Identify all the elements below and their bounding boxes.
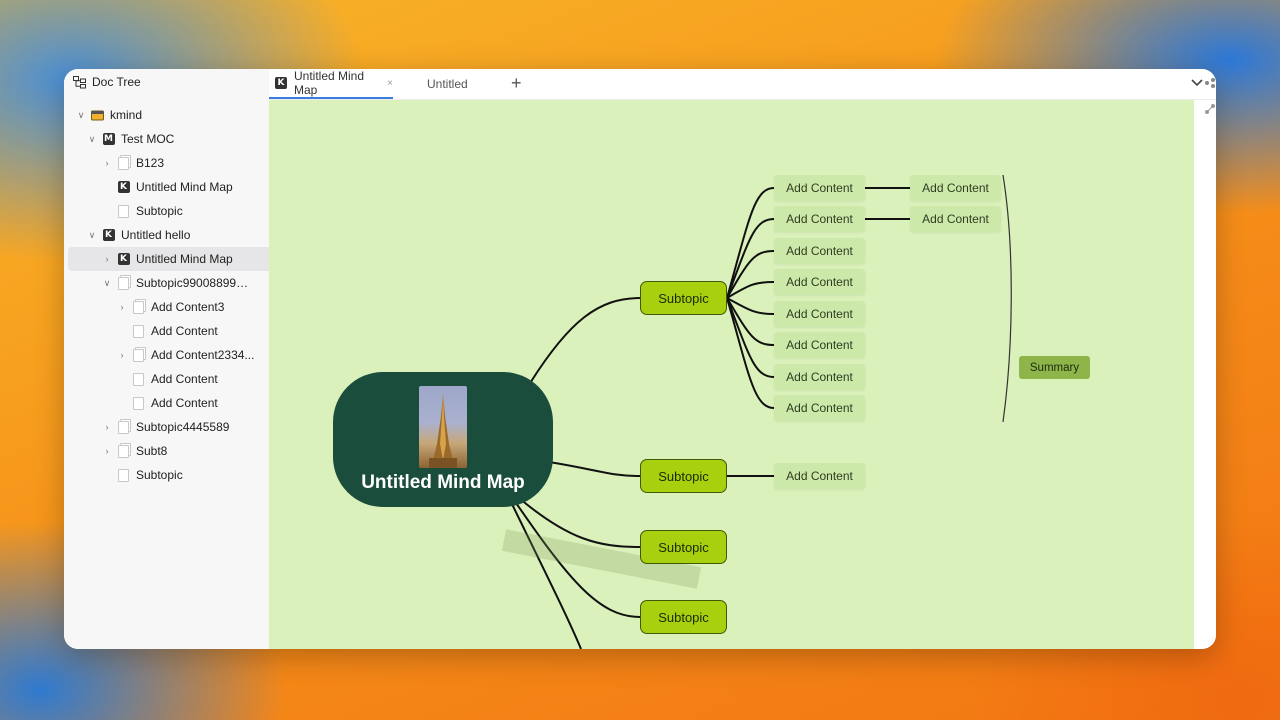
content-node[interactable]: Add Content bbox=[774, 463, 865, 489]
tree-item-untitled-hello[interactable]: ∨ K Untitled hello bbox=[64, 223, 269, 247]
mind-map-canvas[interactable]: Untitled Mind Map Subtopic Subtopic Subt… bbox=[269, 100, 1194, 649]
doc-icon bbox=[117, 468, 130, 482]
tree-item-test-moc[interactable]: ∨ M Test MOC bbox=[64, 127, 269, 151]
summary-node[interactable]: Summary bbox=[1019, 356, 1090, 379]
doc-icon bbox=[117, 204, 130, 218]
close-icon[interactable]: × bbox=[387, 78, 393, 89]
k-icon: K bbox=[117, 181, 130, 194]
content-node[interactable]: Add Content bbox=[910, 206, 1001, 232]
tree-item-label: Add Content bbox=[151, 396, 218, 410]
content-node[interactable]: Add Content bbox=[910, 175, 1001, 201]
subtopic-node[interactable]: Subtopic bbox=[640, 459, 727, 493]
summary-bracket bbox=[1002, 174, 1012, 423]
tree-item-b123[interactable]: › B123 bbox=[64, 151, 269, 175]
chevron-down-icon[interactable]: ∨ bbox=[76, 110, 86, 120]
doc-icon bbox=[132, 324, 145, 338]
m-icon: M bbox=[102, 133, 115, 145]
tree-item-label: Untitled hello bbox=[121, 228, 191, 242]
tree-item-add-content3[interactable]: › Add Content3 bbox=[64, 295, 269, 319]
doc-tree-sidebar: Doc Tree ∨ kmind ∨ M Test MOC › B123 K U… bbox=[64, 69, 295, 649]
tab-untitled[interactable]: Untitled bbox=[427, 69, 468, 99]
tree-item-label: Test MOC bbox=[121, 132, 175, 146]
tree-icon bbox=[72, 75, 86, 89]
k-icon: K bbox=[275, 77, 287, 90]
root-node[interactable]: Untitled Mind Map bbox=[333, 372, 553, 507]
chevron-right-icon[interactable]: › bbox=[117, 350, 127, 360]
chevron-right-icon[interactable]: › bbox=[102, 422, 112, 432]
tab-untitled-mind-map[interactable]: K Untitled Mind Map × bbox=[269, 69, 393, 99]
connector-line bbox=[548, 461, 641, 477]
doc-stack-icon bbox=[117, 156, 130, 170]
box-icon bbox=[91, 109, 104, 122]
tree-item-kmind[interactable]: ∨ kmind bbox=[64, 103, 269, 127]
tree-item-label: Subt8 bbox=[136, 444, 168, 458]
tree-item-label: Subtopic4445589 bbox=[136, 420, 230, 434]
tree-item-subtopic99008899553[interactable]: ∨ Subtopic99008899553 bbox=[64, 271, 269, 295]
chevron-right-icon[interactable]: › bbox=[117, 302, 127, 312]
tab-label: Untitled bbox=[427, 77, 468, 91]
content-node[interactable]: Add Content bbox=[774, 301, 865, 327]
tree-item-add-content[interactable]: Add Content bbox=[64, 367, 269, 391]
tree-item-label: Add Content bbox=[151, 372, 218, 386]
tree-item-subtopic[interactable]: Subtopic bbox=[64, 463, 269, 487]
subtopic-node[interactable]: Subtopic bbox=[640, 530, 727, 564]
tree-item-label: Untitled Mind Map bbox=[136, 252, 233, 266]
content-node[interactable]: Add Content bbox=[774, 206, 865, 232]
add-tab-icon[interactable]: + bbox=[511, 73, 522, 94]
chevron-right-icon[interactable]: › bbox=[102, 446, 112, 456]
content-node[interactable]: Add Content bbox=[774, 238, 865, 264]
tree-item-label: Add Content bbox=[151, 324, 218, 338]
connector-line bbox=[526, 297, 641, 389]
tree-item-subt8[interactable]: › Subt8 bbox=[64, 439, 269, 463]
chevron-down-icon[interactable]: ∨ bbox=[87, 134, 97, 144]
graph-icon[interactable] bbox=[1204, 102, 1216, 114]
tree-item-label: Subtopic bbox=[136, 204, 183, 218]
tab-label: Untitled Mind Map bbox=[294, 69, 365, 97]
doc-stack-icon bbox=[132, 300, 145, 314]
tree-item-label: Subtopic bbox=[136, 468, 183, 482]
chevron-down-icon[interactable]: ∨ bbox=[87, 230, 97, 240]
chevron-right-icon[interactable]: › bbox=[102, 254, 112, 264]
tree-item-label: kmind bbox=[110, 108, 143, 122]
tab-bar: K Untitled Mind Map × Untitled + bbox=[269, 69, 1216, 100]
tree-item-label: Subtopic99008899553 bbox=[136, 276, 254, 290]
sidebar-title: Doc Tree bbox=[92, 75, 141, 89]
chevron-right-icon[interactable]: › bbox=[102, 158, 112, 168]
chevron-down-icon[interactable] bbox=[1190, 75, 1204, 94]
tree-item-label: Add Content3 bbox=[151, 300, 225, 314]
doc-icon bbox=[132, 396, 145, 410]
doc-stack-icon bbox=[117, 444, 130, 458]
tree-item-add-content[interactable]: Add Content bbox=[64, 319, 269, 343]
doc-stack-icon bbox=[117, 420, 130, 434]
sidebar-header: Doc Tree bbox=[64, 69, 269, 95]
content-node[interactable]: Add Content bbox=[774, 175, 865, 201]
tree-item-label: Untitled Mind Map bbox=[136, 180, 233, 194]
chevron-down-icon[interactable]: ∨ bbox=[102, 278, 112, 288]
content-node[interactable]: Add Content bbox=[774, 364, 865, 390]
app-window: Doc Tree ∨ kmind ∨ M Test MOC › B123 K U… bbox=[64, 69, 1216, 649]
root-title: Untitled Mind Map bbox=[361, 471, 525, 493]
root-image bbox=[419, 385, 467, 468]
content-node[interactable]: Add Content bbox=[774, 269, 865, 295]
tree-item-add-content2334[interactable]: › Add Content2334... bbox=[64, 343, 269, 367]
k-icon: K bbox=[102, 229, 115, 242]
content-node[interactable]: Add Content bbox=[774, 332, 865, 358]
doc-tree: ∨ kmind ∨ M Test MOC › B123 K Untitled M… bbox=[64, 103, 295, 487]
tree-item-untitled-mind-map-active[interactable]: › K Untitled Mind Map bbox=[68, 247, 295, 271]
doc-icon bbox=[132, 372, 145, 386]
doc-stack-icon bbox=[132, 348, 145, 362]
right-panel-strip bbox=[1194, 100, 1216, 649]
share-icon[interactable] bbox=[1204, 76, 1216, 88]
subtopic-node[interactable]: Subtopic bbox=[640, 600, 727, 634]
doc-stack-icon bbox=[117, 276, 130, 290]
tree-item-add-content[interactable]: Add Content bbox=[64, 391, 269, 415]
tree-item-untitled-mind-map[interactable]: K Untitled Mind Map bbox=[64, 175, 269, 199]
tree-item-label: Add Content2334... bbox=[151, 348, 255, 362]
tree-item-label: B123 bbox=[136, 156, 165, 170]
tree-item-subtopic[interactable]: Subtopic bbox=[64, 199, 269, 223]
k-icon: K bbox=[117, 253, 130, 266]
content-node[interactable]: Add Content bbox=[774, 395, 865, 421]
tree-item-subtopic4445589[interactable]: › Subtopic4445589 bbox=[64, 415, 269, 439]
subtopic-node[interactable]: Subtopic bbox=[640, 281, 727, 315]
